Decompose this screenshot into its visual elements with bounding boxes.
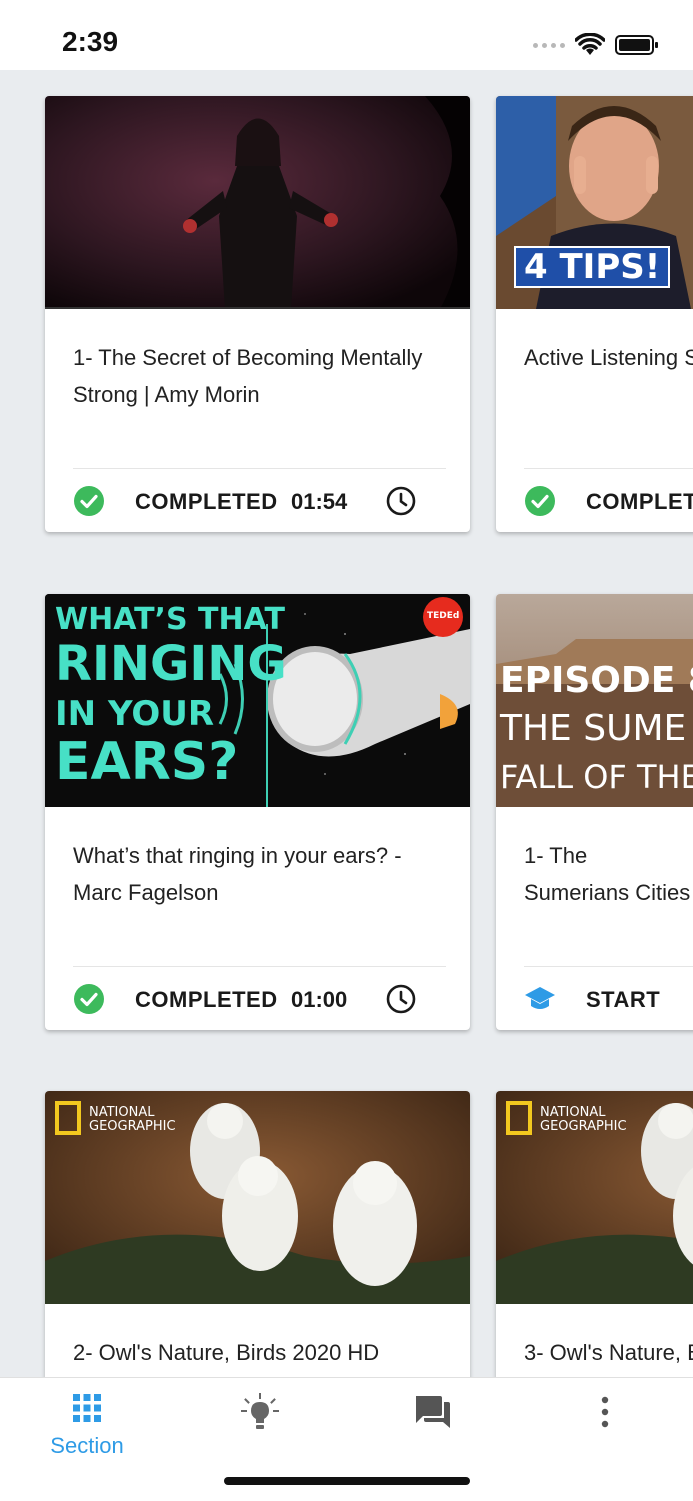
course-title: Active Listening S	[524, 345, 693, 370]
natgeo-logo-text: NATIONAL	[540, 1105, 606, 1120]
thumbnail-heading: RINGING	[55, 636, 287, 692]
battery-icon	[615, 35, 658, 55]
video-thumbnail: NATIONAL GEOGRAPHIC	[496, 1091, 693, 1304]
nav-item-section[interactable]: Section	[27, 1392, 147, 1462]
bottom-navigation: Section	[0, 1377, 693, 1501]
thumbnail-heading: WHAT’S THAT	[55, 602, 285, 637]
course-title: 3- Owl's Nature, B	[524, 1340, 693, 1365]
card-footer: COMPLET	[524, 476, 693, 526]
card-footer: START	[524, 974, 693, 1024]
grid-icon	[73, 1394, 101, 1422]
course-row: 1- The Secret of Becoming Mentally Stron…	[0, 96, 693, 532]
thumbnail-heading: IN YOUR	[55, 694, 215, 734]
natgeo-logo-text: NATIONAL	[89, 1105, 155, 1120]
course-title: 1- The Sumerians Cities	[524, 843, 691, 905]
course-card[interactable]: NATIONAL GEOGRAPHIC 3- Owl's Nature, B	[496, 1091, 693, 1377]
nav-item-more[interactable]	[545, 1392, 665, 1462]
check-circle-icon	[74, 486, 104, 516]
course-card[interactable]: NATIONAL GEOGRAPHIC 2- Owl's Nature, Bir…	[45, 1091, 470, 1377]
home-indicator	[224, 1477, 470, 1485]
clock-icon	[386, 486, 416, 516]
thumbnail-heading: THE SUME	[500, 708, 687, 749]
divider	[524, 468, 693, 469]
video-thumbnail: NATIONAL GEOGRAPHIC	[45, 1091, 470, 1304]
status-label: COMPLET	[586, 489, 693, 514]
status-time: 2:39	[62, 26, 119, 57]
card-footer: COMPLETED 01:54	[73, 476, 453, 526]
lightbulb-icon	[241, 1393, 279, 1429]
nav-item-ideas[interactable]	[200, 1392, 320, 1462]
clock-icon	[386, 984, 416, 1014]
video-thumbnail	[45, 96, 470, 309]
course-card[interactable]: EPISODE 8 THE SUME FALL OF THE 1- The Su…	[496, 594, 693, 1030]
duration-label: 01:54	[291, 489, 348, 514]
course-row: NATIONAL GEOGRAPHIC 2- Owl's Nature, Bir…	[0, 1091, 693, 1377]
more-vert-icon	[601, 1396, 609, 1428]
nav-item-forum[interactable]	[373, 1392, 493, 1462]
check-circle-icon	[74, 984, 104, 1014]
graduation-cap-icon	[525, 987, 555, 1009]
status-label: COMPLETED	[135, 489, 278, 514]
ted-ed-logo: TEDEd	[427, 611, 460, 621]
course-card[interactable]: WHAT’S THAT RINGING IN YOUR EARS? TEDEd …	[45, 594, 470, 1030]
video-thumbnail: EPISODE 8 THE SUME FALL OF THE	[496, 594, 693, 807]
course-grid[interactable]: 1- The Secret of Becoming Mentally Stron…	[0, 70, 693, 1377]
status-icons	[533, 30, 659, 60]
course-title: What’s that ringing in your ears? - Marc…	[73, 843, 402, 905]
course-row: WHAT’S THAT RINGING IN YOUR EARS? TEDEd …	[0, 594, 693, 1030]
course-card[interactable]: 4 TIPS! Active Listening S COMPLET	[496, 96, 693, 532]
divider	[73, 468, 446, 469]
check-circle-icon	[525, 486, 555, 516]
nav-label-section: Section	[50, 1433, 124, 1458]
natgeo-logo-text: GEOGRAPHIC	[89, 1119, 176, 1134]
cellular-signal-icon	[533, 42, 565, 48]
video-thumbnail: WHAT’S THAT RINGING IN YOUR EARS? TEDEd	[45, 594, 470, 807]
thumbnail-heading: FALL OF THE	[500, 758, 693, 796]
course-title: 1- The Secret of Becoming Mentally Stron…	[73, 345, 423, 407]
wifi-icon	[575, 33, 605, 55]
status-bar: 2:39	[0, 0, 693, 70]
course-card[interactable]: 1- The Secret of Becoming Mentally Stron…	[45, 96, 470, 532]
chat-icon	[416, 1396, 450, 1428]
duration-label: 01:00	[291, 987, 348, 1012]
status-label: COMPLETED	[135, 987, 278, 1012]
start-label[interactable]: START	[586, 987, 660, 1013]
thumbnail-heading: EARS?	[55, 732, 239, 792]
card-footer: COMPLETED 01:00	[73, 974, 453, 1024]
divider	[73, 966, 446, 967]
natgeo-logo-text: GEOGRAPHIC	[540, 1119, 627, 1134]
video-thumbnail: 4 TIPS!	[496, 96, 693, 309]
thumbnail-heading: EPISODE 8	[500, 660, 693, 701]
thumbnail-caption: 4 TIPS!	[514, 246, 671, 288]
divider	[524, 966, 693, 967]
course-title: 2- Owl's Nature, Birds 2020 HD	[73, 1340, 380, 1365]
